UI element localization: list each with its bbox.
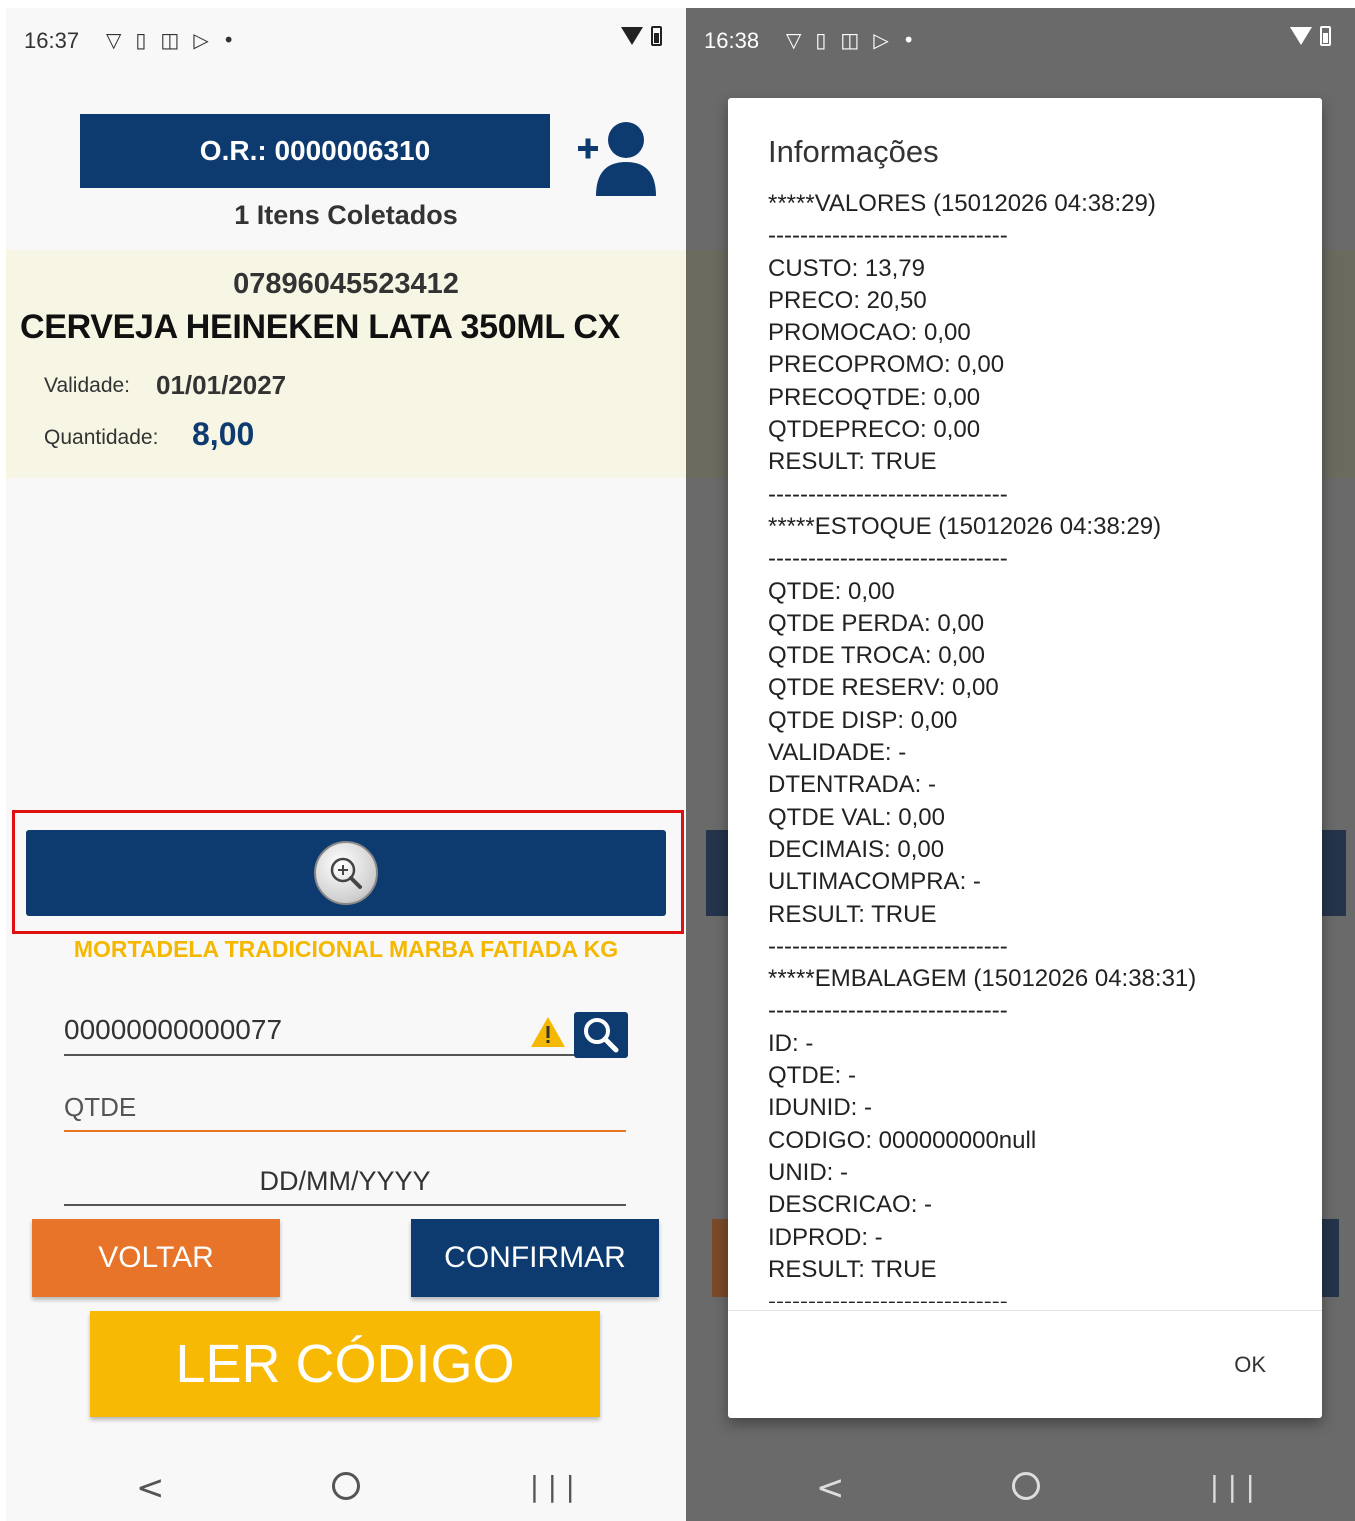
dialog-line: RESULT: TRUE [768, 448, 937, 476]
info-dialog: Informações *****VALORES (15012026 04:38… [728, 98, 1322, 1418]
shield-icon: ▽ [106, 28, 122, 52]
shield-icon: ▽ [786, 28, 802, 52]
dialog-line: ULTIMACOMPRA: - [768, 868, 981, 896]
left-screen: 16:37 ▽ ▯ ◫ ▷ • O.R.: 0000006310 1 Itens… [6, 8, 686, 1521]
notification-icons: ▽ ▯ ◫ ▷ • [106, 28, 235, 52]
dialog-line: DESCRICAO: - [768, 1191, 933, 1219]
device-icon: ▯ [815, 28, 827, 52]
dialog-line: IDPROD: - [768, 1223, 883, 1251]
dialog-line: ------------------------------ [768, 932, 1008, 960]
dialog-divider [728, 1310, 1322, 1311]
nav-back-icon[interactable]: < [136, 1468, 165, 1508]
validade-label: Validade: [44, 374, 131, 397]
bag-icon: ◫ [840, 28, 860, 52]
scanned-product-name: MORTADELA TRADICIONAL MARBA FATIADA KG [73, 936, 619, 962]
wifi-icon [1290, 27, 1312, 45]
dialog-line: UNID: - [768, 1158, 848, 1186]
product-card: 07896045523412 CERVEJA HEINEKEN LATA 350… [6, 250, 686, 478]
battery-icon [1320, 26, 1331, 46]
dialog-line: QTDE TROCA: 0,00 [768, 642, 985, 670]
nav-back-icon[interactable]: < [816, 1468, 845, 1508]
dialog-line: IDUNID: - [768, 1094, 872, 1122]
dialog-line: DECIMAIS: 0,00 [768, 835, 945, 863]
date-placeholder: DD/MM/YYYY [259, 1166, 431, 1196]
dialog-line: QTDE: - [768, 1062, 856, 1090]
dialog-line: VALIDADE: - [768, 739, 907, 767]
add-user-icon[interactable] [576, 116, 662, 196]
dialog-line: CUSTO: 13,79 [768, 254, 925, 282]
nav-bar: < ||| [6, 1448, 686, 1521]
validade-value: 01/01/2027 [156, 370, 287, 400]
dialog-line: ------------------------------ [768, 997, 1008, 1025]
dialog-line: QTDE DISP: 0,00 [768, 706, 958, 734]
dialog-line: ID: - [768, 1029, 814, 1057]
system-icons [1290, 26, 1331, 46]
dialog-title: Informações [768, 134, 939, 169]
wifi-icon [621, 27, 643, 45]
warning-icon [530, 1016, 566, 1048]
search-icon[interactable] [574, 1012, 628, 1058]
notification-icons: ▽ ▯ ◫ ▷ • [786, 28, 915, 52]
dialog-line: QTDE VAL: 0,00 [768, 803, 945, 831]
nav-recent-icon[interactable]: ||| [526, 1470, 580, 1503]
status-bar: 16:37 ▽ ▯ ◫ ▷ • [6, 8, 686, 74]
battery-icon [651, 26, 662, 46]
status-bar: 16:38 ▽ ▯ ◫ ▷ • [686, 8, 1355, 74]
status-time: 16:37 [24, 28, 80, 53]
product-name: CERVEJA HEINEKEN LATA 350ML CX [20, 308, 620, 346]
status-time: 16:38 [704, 28, 760, 53]
confirmar-button[interactable]: CONFIRMAR [411, 1219, 659, 1297]
system-icons [621, 26, 662, 46]
bag-icon: ◫ [160, 28, 180, 52]
nav-home-icon[interactable] [332, 1472, 360, 1500]
dot-icon: • [222, 28, 235, 52]
or-number-button[interactable]: O.R.: 0000006310 [80, 114, 550, 188]
qtde-placeholder: QTDE [64, 1092, 137, 1122]
zoom-in-icon [314, 841, 378, 905]
play-store-icon: ▷ [873, 28, 889, 52]
nav-recent-icon[interactable]: ||| [1206, 1470, 1260, 1503]
dialog-line: PRECOQTDE: 0,00 [768, 383, 981, 411]
items-count: 1 Itens Coletados [234, 200, 458, 230]
dialog-line: DTENTRADA: - [768, 771, 936, 799]
dialog-line: RESULT: TRUE [768, 900, 937, 928]
dialog-line: PROMOCAO: 0,00 [768, 319, 971, 347]
dialog-line: ------------------------------ [768, 222, 1008, 250]
dot-icon: • [902, 28, 915, 52]
play-store-icon: ▷ [193, 28, 209, 52]
dialog-line: RESULT: TRUE [768, 1255, 937, 1283]
dialog-line: *****ESTOQUE (15012026 04:38:29) [768, 512, 1162, 540]
code-input-value: 00000000000077 [64, 1014, 283, 1045]
dialog-line: *****VALORES (15012026 04:38:29) [768, 190, 1156, 217]
nav-home-icon[interactable] [1012, 1472, 1040, 1500]
dialog-line: PRECO: 20,50 [768, 286, 927, 314]
dialog-line: QTDEPRECO: 0,00 [768, 416, 981, 444]
code-input[interactable]: 00000000000077 [64, 1008, 628, 1058]
dialog-line: QTDE: 0,00 [768, 577, 895, 605]
voltar-button[interactable]: VOLTAR [32, 1219, 280, 1297]
dialog-line: ------------------------------ [768, 480, 1008, 508]
ler-codigo-button[interactable]: LER CÓDIGO [90, 1311, 600, 1417]
dialog-line: PRECOPROMO: 0,00 [768, 351, 1005, 379]
dialog-line: QTDE RESERV: 0,00 [768, 674, 999, 702]
dialog-line: ------------------------------ [768, 1288, 1008, 1303]
product-barcode: 07896045523412 [233, 268, 459, 300]
dialog-line: ------------------------------ [768, 545, 1008, 573]
date-input[interactable]: DD/MM/YYYY [64, 1158, 626, 1206]
dialog-line: QTDE PERDA: 0,00 [768, 609, 985, 637]
dialog-body[interactable]: *****VALORES (15012026 04:38:29) --------… [768, 188, 1302, 1303]
qtde-input[interactable]: QTDE [64, 1086, 626, 1132]
right-screen: 16:38 ▽ ▯ ◫ ▷ • Informações *****VALORES… [686, 8, 1355, 1521]
ok-button[interactable]: OK [1234, 1352, 1266, 1378]
quantidade-value: 8,00 [192, 416, 255, 452]
quantidade-label: Quantidade: [44, 426, 159, 449]
dialog-line: CODIGO: 000000000null [768, 1126, 1037, 1154]
zoom-button[interactable] [26, 830, 666, 916]
nav-bar: < ||| [686, 1448, 1355, 1521]
dialog-line: *****EMBALAGEM (15012026 04:38:31) [768, 965, 1197, 993]
device-icon: ▯ [135, 28, 147, 52]
